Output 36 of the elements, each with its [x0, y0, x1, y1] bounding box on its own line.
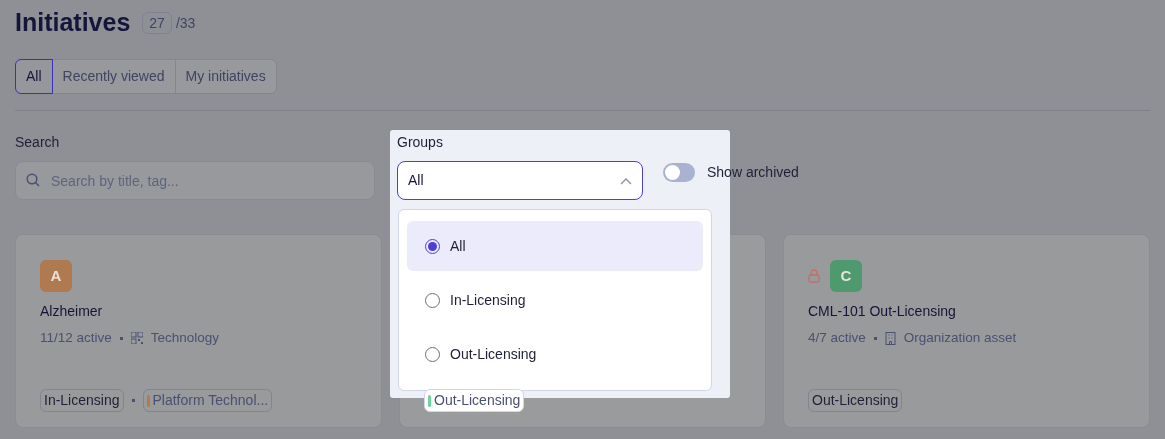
tag-label: Out-Licensing — [434, 391, 521, 410]
initiative-name: Alzheimer — [40, 302, 104, 321]
filter-tab[interactable]: Recently viewed — [51, 59, 176, 94]
building-icon — [884, 331, 896, 345]
initiative-name: CML-101 Out-Licensing — [808, 302, 957, 321]
chevron-up-icon — [620, 176, 632, 185]
tag-label: In-Licensing — [44, 391, 120, 410]
dropdown-option[interactable]: In-Licensing — [407, 275, 703, 325]
search-field[interactable]: Search by title, tag... — [15, 161, 375, 200]
grid-icon — [130, 332, 143, 345]
option-label: In-Licensing — [450, 290, 526, 310]
initiative-card[interactable]: C CML-101 Out-Licensing 4/7 active Organization asset Out-Licensing — [783, 234, 1150, 428]
page-title: Initiatives — [15, 7, 131, 39]
category-label: Organization asset — [903, 329, 1017, 347]
tag-label: Platform Technol... — [152, 391, 269, 410]
active-count: 11/12 active — [40, 329, 112, 347]
count-badge: 27 — [142, 12, 172, 34]
total-count: /33 — [175, 13, 196, 33]
option-label: Out-Licensing — [450, 344, 537, 364]
filter-tab[interactable]: All — [15, 59, 53, 94]
dropdown-option[interactable]: Out-Licensing — [407, 329, 703, 379]
avatar: A — [40, 260, 72, 292]
active-count: 4/7 active — [808, 329, 866, 347]
dropdown-option[interactable]: All — [407, 221, 703, 271]
tag-label: Out-Licensing — [812, 391, 899, 410]
lock-icon — [808, 269, 820, 283]
filter-tab[interactable]: My initiatives — [174, 59, 277, 94]
option-label: All — [450, 236, 466, 256]
initiative-card[interactable]: A Alzheimer 11/12 active Technology In-Licensing Platform Technol... — [15, 234, 382, 428]
category-label: Technology — [150, 329, 220, 347]
show-archived-label: Show archived — [707, 163, 799, 182]
search-label: Search — [15, 133, 61, 152]
groups-select[interactable]: All — [397, 161, 643, 200]
search-icon — [26, 173, 40, 187]
groups-label: Groups — [397, 133, 444, 152]
avatar: C — [830, 260, 862, 292]
